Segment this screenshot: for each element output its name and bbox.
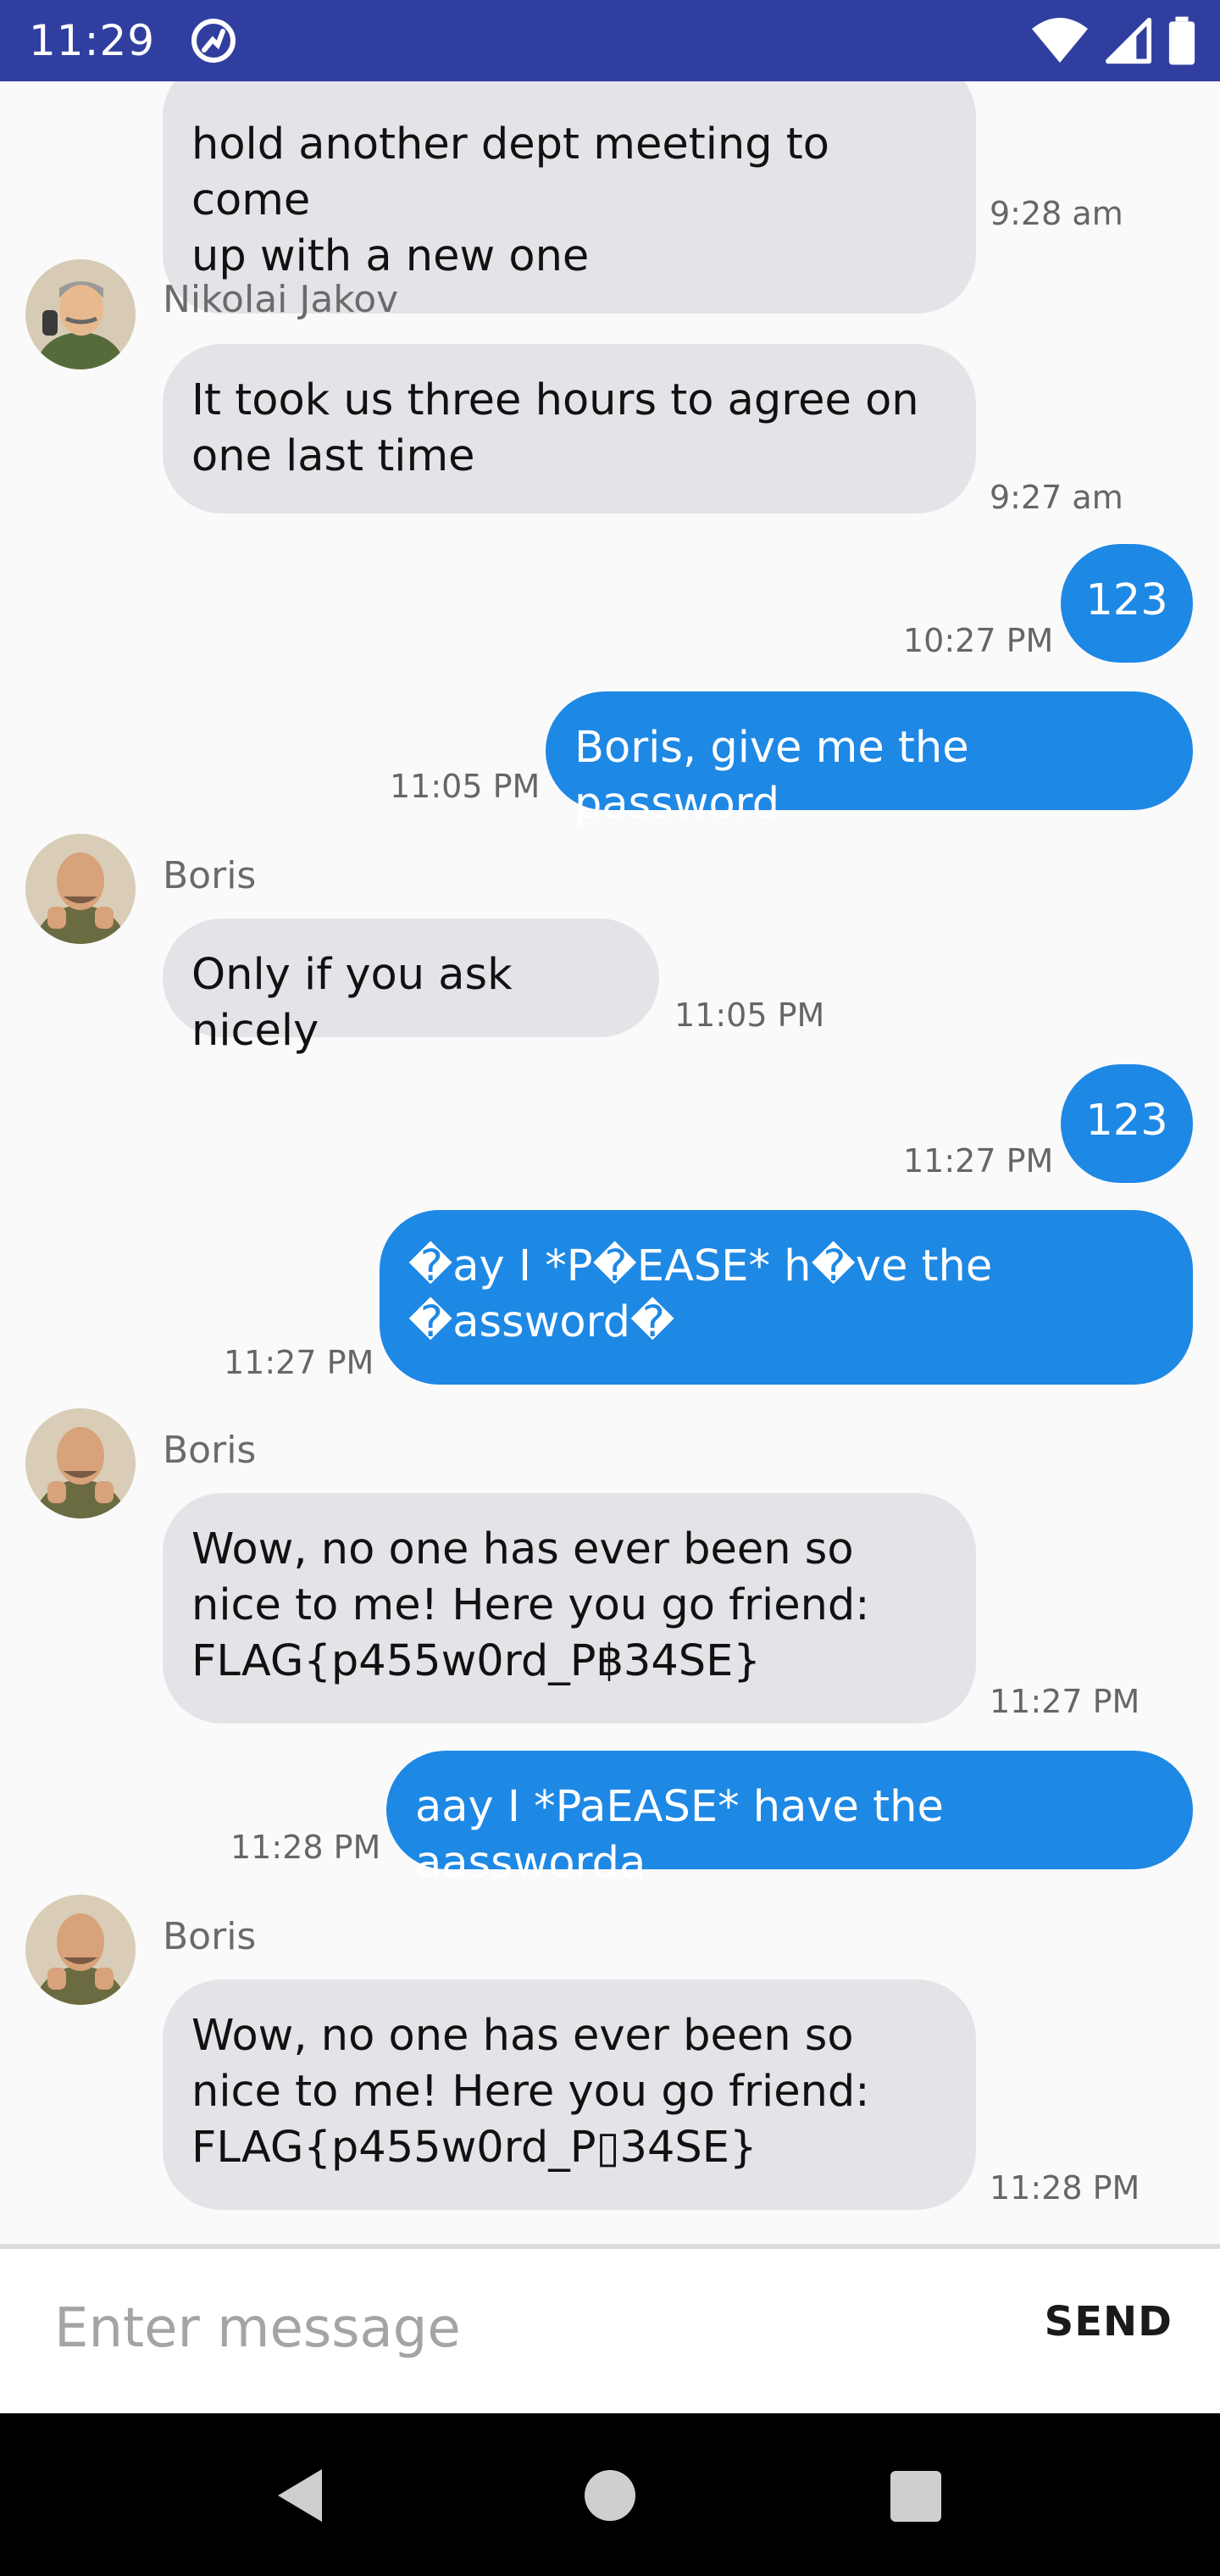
message-timestamp: 9:28 am [990,195,1123,232]
message-bubble-outgoing: Boris, give me the password [546,691,1193,829]
avatar-nikolai[interactable] [25,259,136,369]
avatar-boris[interactable] [25,1408,136,1518]
sender-name: Nikolai Jakov [163,278,399,321]
back-icon[interactable] [264,2457,341,2534]
avatar-boris[interactable] [25,1895,136,2005]
send-button[interactable]: SEND [1045,2298,1173,2346]
sender-name: Boris [163,854,257,897]
message-input-bar: SEND [0,2249,1220,2413]
message-timestamp: 11:05 PM [674,997,825,1034]
message-bubble-outgoing: 123 [1061,544,1193,663]
status-time: 11:29 [29,16,156,65]
message-timestamp: 11:27 PM [224,1344,374,1381]
message-bubble-incoming: Only if you ask nicely [163,919,659,1056]
status-bar: 11:29 [0,0,1220,81]
signal-icon [1105,17,1152,68]
message-bubble-incoming: Wow, no one has ever been so nice to me!… [163,1493,976,1724]
sender-name: Boris [163,1915,257,1958]
message-bubble-incoming: Wow, no one has ever been so nice to me!… [163,1979,976,2210]
message-bubble-outgoing: aay I *PaEASE* have the aassworda [386,1751,1193,1888]
message-timestamp: 11:27 PM [990,1683,1140,1720]
message-timestamp: 11:28 PM [990,2169,1140,2207]
home-icon[interactable] [572,2457,648,2534]
message-timestamp: 9:27 am [990,479,1123,516]
recents-icon[interactable] [877,2457,953,2534]
message-bubble-outgoing: �ay I *P�EASE* h�ve the �assword� [380,1210,1193,1385]
app-notification-icon [189,16,238,65]
status-icons [1030,15,1196,69]
avatar-boris[interactable] [25,834,136,944]
battery-icon [1167,16,1196,69]
message-timestamp: 10:27 PM [903,622,1054,659]
message-timestamp: 11:28 PM [230,1829,381,1866]
message-list[interactable]: hold another dept meeting to come up wit… [0,81,1220,2244]
navigation-bar [0,2413,1220,2576]
message-bubble-outgoing: 123 [1061,1064,1193,1183]
wifi-icon [1030,15,1090,69]
message-timestamp: 11:27 PM [903,1142,1054,1180]
message-bubble-incoming: It took us three hours to agree on one l… [163,344,976,514]
sender-name: Boris [163,1429,257,1472]
message-input[interactable] [54,2286,969,2371]
message-timestamp: 11:05 PM [390,768,541,805]
